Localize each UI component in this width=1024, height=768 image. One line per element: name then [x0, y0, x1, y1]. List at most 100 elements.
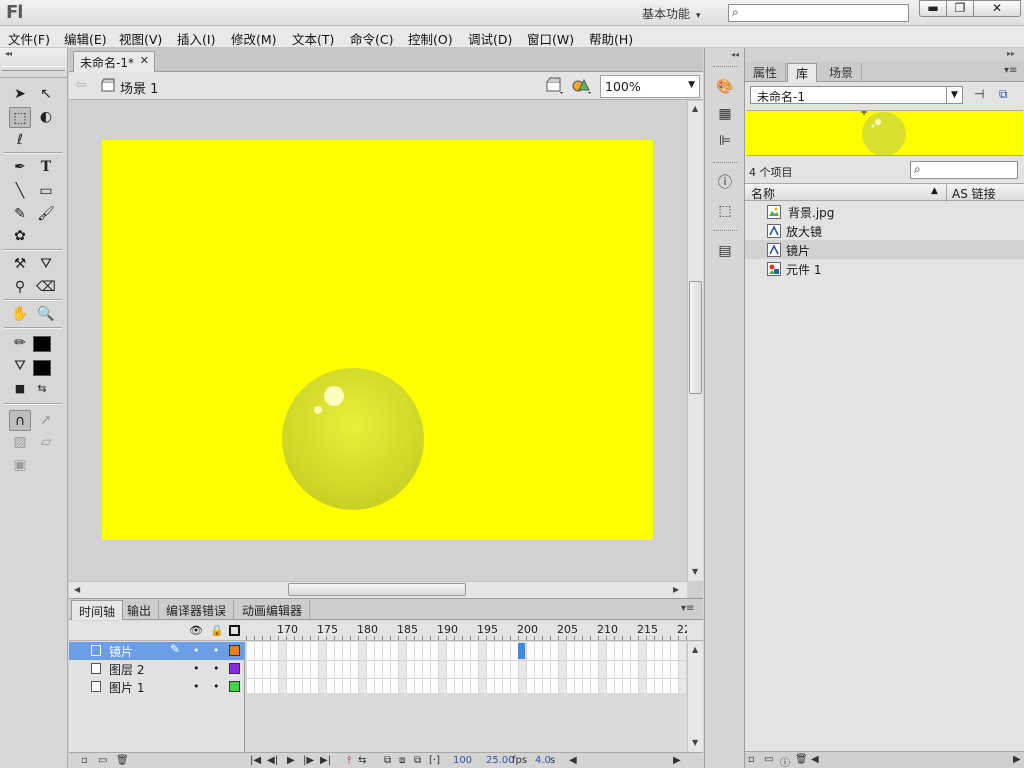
pasteboard[interactable]: [69, 101, 687, 581]
deco-tool-icon[interactable]: ✿: [9, 226, 31, 247]
help-search-input[interactable]: ⌕: [728, 4, 909, 22]
text-tool-icon[interactable]: T: [35, 157, 57, 178]
new-library-panel-icon[interactable]: ⧉: [999, 87, 1008, 102]
menu-window[interactable]: 窗口(W): [527, 29, 574, 48]
selection-tool-icon[interactable]: ➤: [9, 84, 31, 105]
rotate-skew-icon[interactable]: ▱: [35, 432, 57, 453]
visibility-toggle[interactable]: •: [193, 644, 200, 657]
stroke-color-icon[interactable]: ✏: [9, 333, 31, 354]
expand-panels-icon[interactable]: ◂◂: [731, 50, 739, 59]
dock-grip[interactable]: [713, 66, 737, 69]
default-colors-icon[interactable]: ■: [9, 379, 31, 400]
paint-bucket-tool-icon[interactable]: ⛛: [35, 254, 57, 275]
timeline-vertical-scrollbar[interactable]: ▲ ▼: [687, 642, 703, 752]
brush-tool-icon[interactable]: 🖌: [35, 204, 57, 225]
first-frame-icon[interactable]: |◀: [250, 755, 261, 766]
edit-symbols-icon[interactable]: [571, 76, 593, 96]
scroll-left-icon[interactable]: ◀: [569, 755, 577, 766]
scroll-down-icon[interactable]: ▼: [692, 567, 698, 576]
back-arrow-icon[interactable]: ⇦: [75, 77, 87, 93]
menu-file[interactable]: 文件(F): [8, 29, 50, 48]
scroll-down-icon[interactable]: ▼: [692, 738, 698, 747]
tab-timeline[interactable]: 时间轴: [71, 600, 124, 620]
lock-toggle[interactable]: •: [213, 644, 220, 657]
scroll-right-icon[interactable]: ▶: [1013, 754, 1021, 765]
scroll-thumb[interactable]: [689, 281, 702, 394]
snap-to-objects-icon[interactable]: ∩: [9, 410, 31, 431]
properties-icon[interactable]: ⓘ: [780, 754, 790, 768]
scroll-up-icon[interactable]: ▲: [692, 104, 698, 113]
modify-markers-icon[interactable]: [·]: [429, 755, 440, 766]
bone-tool-icon[interactable]: ⚒: [9, 254, 31, 275]
scroll-right-icon[interactable]: ▶: [673, 755, 681, 766]
zoom-select[interactable]: 100% ▼: [600, 75, 700, 98]
scroll-thumb[interactable]: [288, 583, 466, 596]
align-panel-icon[interactable]: ⊫: [716, 132, 734, 150]
edit-multiple-frames-icon[interactable]: ⧉: [414, 755, 421, 766]
eraser-tool-icon[interactable]: ⌫: [35, 277, 57, 298]
stage[interactable]: [102, 140, 653, 540]
free-transform-tool-icon[interactable]: ⬚: [9, 107, 31, 128]
stroke-color-swatch[interactable]: [33, 336, 51, 352]
tab-compiler-errors[interactable]: 编译器错误: [159, 600, 235, 620]
rectangle-tool-icon[interactable]: ▭: [35, 181, 57, 202]
smooth-icon[interactable]: ➚: [35, 410, 57, 431]
layer-outline-color[interactable]: [229, 663, 240, 674]
menu-insert[interactable]: 插入(I): [177, 29, 215, 48]
swatches-panel-icon[interactable]: ▦: [716, 105, 734, 123]
menu-edit[interactable]: 编辑(E): [64, 29, 107, 48]
hand-tool-icon[interactable]: ✋: [9, 304, 31, 325]
subselection-tool-icon[interactable]: ↖: [35, 84, 57, 105]
center-frame-icon[interactable]: ⫯: [347, 755, 351, 766]
library-item[interactable]: 镜片: [745, 240, 1024, 259]
info-panel-icon[interactable]: ⓘ: [716, 174, 734, 192]
collapse-panel-icon[interactable]: ▸▸: [1007, 49, 1015, 58]
panel-menu-icon[interactable]: ▾≡: [1004, 65, 1017, 76]
swap-colors-icon[interactable]: ⇆: [31, 379, 53, 400]
workspace-switcher[interactable]: 基本功能 ▾: [642, 5, 701, 22]
step-back-icon[interactable]: ◀|: [267, 755, 278, 766]
scroll-right-icon[interactable]: ▶: [673, 585, 679, 594]
document-tab[interactable]: 未命名-1* ✕: [73, 51, 155, 72]
onion-skin-icon[interactable]: ⧉: [384, 755, 391, 766]
menu-help[interactable]: 帮助(H): [589, 29, 633, 48]
layer-outline-color[interactable]: [229, 645, 240, 656]
dock-grip[interactable]: [713, 162, 737, 165]
eye-icon[interactable]: 👁: [189, 624, 203, 637]
visibility-toggle[interactable]: •: [193, 662, 200, 675]
tab-output[interactable]: 输出: [120, 600, 160, 620]
sort-asc-icon[interactable]: ▲: [931, 186, 938, 196]
loop-icon[interactable]: ⇆: [358, 755, 366, 766]
layer-outline-color[interactable]: [229, 681, 240, 692]
3d-rotation-tool-icon[interactable]: ◐: [35, 107, 57, 128]
lock-toggle[interactable]: •: [213, 680, 220, 693]
dock-grip[interactable]: [713, 230, 737, 233]
scroll-up-icon[interactable]: ▲: [692, 645, 698, 654]
tab-library[interactable]: 库: [787, 63, 818, 82]
lasso-tool-icon[interactable]: ℓ: [9, 130, 31, 151]
library-item[interactable]: 背景.jpg: [745, 202, 1024, 221]
scroll-left-icon[interactable]: ◀: [74, 585, 80, 594]
menu-control[interactable]: 控制(O): [408, 29, 453, 48]
current-frame[interactable]: 100: [453, 755, 472, 766]
edit-scene-icon[interactable]: [545, 76, 565, 96]
transform-panel-icon[interactable]: ⬚: [716, 202, 734, 220]
outline-icon[interactable]: [229, 625, 240, 636]
fill-color-swatch[interactable]: [33, 360, 51, 376]
scale-icon[interactable]: ▣: [9, 455, 31, 476]
menu-commands[interactable]: 命令(C): [350, 29, 393, 48]
new-symbol-icon[interactable]: ▫: [748, 754, 755, 765]
line-tool-icon[interactable]: ╲: [9, 181, 31, 202]
step-forward-icon[interactable]: |▶: [303, 755, 314, 766]
playhead-marker[interactable]: [518, 643, 525, 659]
layer-row[interactable]: 图片 1 • •: [69, 678, 245, 696]
components-panel-icon[interactable]: ▤: [716, 242, 734, 260]
library-item[interactable]: 放大镜: [745, 221, 1024, 240]
last-frame-icon[interactable]: ▶|: [320, 755, 331, 766]
lens-symbol[interactable]: [102, 140, 653, 540]
frame-grid[interactable]: [246, 642, 687, 693]
tab-scene[interactable]: 场景: [821, 63, 863, 82]
new-layer-icon[interactable]: ▫: [81, 755, 88, 766]
layer-row[interactable]: 镜片 ✎ • •: [69, 642, 245, 660]
library-search-input[interactable]: ⌕: [910, 161, 1018, 179]
